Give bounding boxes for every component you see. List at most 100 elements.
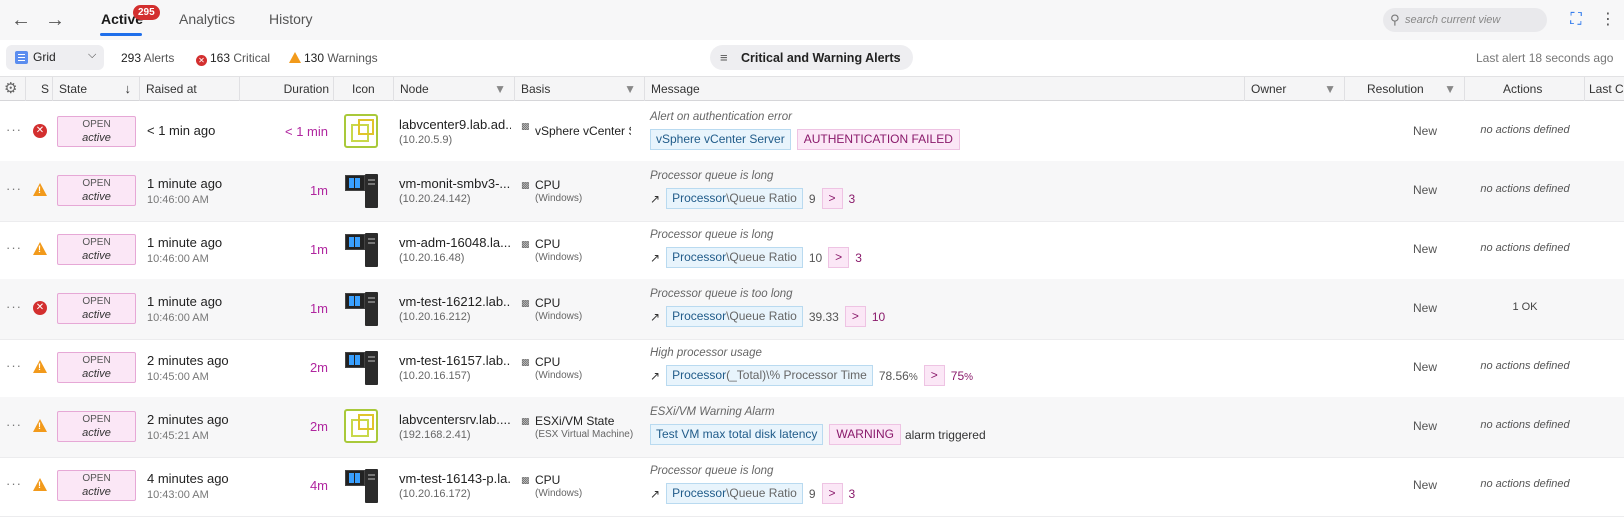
warnings-label: Warnings <box>327 51 378 65</box>
metric-chip[interactable]: Processor\Queue Ratio <box>666 188 803 209</box>
tab-history[interactable]: History <box>269 11 313 27</box>
column-header-last[interactable]: Last Ca <box>1585 77 1624 101</box>
basis-name[interactable]: ESXi/VM State <box>535 414 631 428</box>
basis-name[interactable]: vSphere vCenter S... <box>535 124 631 138</box>
basis-type: (Windows) <box>535 311 583 322</box>
column-header-raised-at[interactable]: Raised at <box>140 77 240 101</box>
state-open-text: OPEN <box>82 119 111 130</box>
node-name-link[interactable]: vm-adm-16048.la... <box>399 235 511 250</box>
raised-time: 10:46:00 AM <box>147 253 209 265</box>
column-header-node[interactable]: Node ▼ <box>394 77 515 101</box>
row-menu-icon[interactable]: ··· <box>6 358 22 373</box>
fullscreen-icon[interactable]: ⛶ <box>1566 10 1586 30</box>
forward-arrow-icon[interactable]: → <box>43 9 67 33</box>
active-tab-indicator <box>100 33 142 36</box>
row-menu-icon[interactable]: ··· <box>6 181 22 196</box>
table-row[interactable]: ··· OPEN active 4 minutes ago 10:43:00 A… <box>0 456 1624 517</box>
metric-chip[interactable]: Processor\Queue Ratio <box>666 483 803 504</box>
basis-type: (Windows) <box>535 252 583 263</box>
warning-icon <box>33 360 47 373</box>
column-header-severity[interactable]: S <box>26 77 53 101</box>
column-header-basis[interactable]: Basis ▼ <box>515 77 645 101</box>
column-header-message[interactable]: Message <box>645 77 1245 101</box>
filter-funnel-icon[interactable]: ▼ <box>624 77 636 101</box>
sort-down-icon[interactable]: ↓ <box>125 77 132 101</box>
duration-text: 1m <box>309 183 328 198</box>
state-badge: OPEN active <box>57 352 136 383</box>
table-row[interactable]: ··· ✕ OPEN active 1 minute ago 10:46:00 … <box>0 279 1624 340</box>
table-row[interactable]: ··· OPEN active 1 minute ago 10:46:00 AM… <box>0 161 1624 222</box>
node-name-link[interactable]: labvcenter9.lab.ad... <box>399 117 511 132</box>
critical-total[interactable]: ✕ 163 Critical <box>196 51 270 66</box>
warnings-total[interactable]: 130 Warnings <box>289 51 378 65</box>
state-active-text: active <box>82 309 111 321</box>
metric-value: 78.56% <box>879 369 918 383</box>
state-active-text: active <box>82 486 111 498</box>
metric-chip[interactable]: Processor\Queue Ratio <box>666 247 803 268</box>
filter-select[interactable]: ≡ Critical and Warning Alerts ⌵ <box>710 45 913 70</box>
row-menu-icon[interactable]: ··· <box>6 299 22 314</box>
table-row[interactable]: ··· ✕ OPEN active < 1 min ago < 1 min la… <box>0 102 1624 163</box>
basis-name[interactable]: CPU <box>535 473 631 487</box>
back-arrow-icon[interactable]: ← <box>9 9 33 33</box>
threshold-value: 75% <box>951 369 973 383</box>
metric-value: 10 <box>809 251 822 265</box>
filter-funnel-icon[interactable]: ▼ <box>1324 77 1336 101</box>
column-header-owner[interactable]: Owner ▼ <box>1245 77 1345 101</box>
message-details: ↗ Processor\Queue Ratio 9 >3 <box>650 188 855 210</box>
message-title: Processor queue is long <box>650 465 774 477</box>
state-badge: OPEN active <box>57 411 136 442</box>
duration-text: 1m <box>309 242 328 257</box>
object-chip[interactable]: Test VM max total disk latency <box>650 424 824 445</box>
state-open-text: OPEN <box>82 355 111 366</box>
metric-chip[interactable]: Processor(_Total)\% Processor Time <box>666 365 873 386</box>
basis-name[interactable]: CPU <box>535 296 631 310</box>
basis-icon: ▩ <box>521 180 530 190</box>
node-name-link[interactable]: vm-monit-smbv3-... <box>399 176 511 191</box>
table-row[interactable]: ··· OPEN active 1 minute ago 10:46:00 AM… <box>0 220 1624 281</box>
column-header-resolution[interactable]: Resolution ▼ <box>1345 77 1465 101</box>
column-header-state[interactable]: State ↓ <box>53 77 140 101</box>
column-header-icon[interactable]: Icon <box>334 77 394 101</box>
warning-icon <box>33 183 47 196</box>
metric-object: Processor <box>672 250 727 264</box>
basis-type: (ESX Virtual Machine) <box>535 429 634 440</box>
row-menu-icon[interactable]: ··· <box>6 240 22 255</box>
filter-funnel-icon[interactable]: ▼ <box>494 77 506 101</box>
tab-analytics[interactable]: Analytics <box>179 11 235 27</box>
node-name-link[interactable]: vm-test-16157.lab.... <box>399 353 511 368</box>
column-header-duration[interactable]: Duration <box>240 77 334 101</box>
windows-pc-icon <box>344 232 380 268</box>
metric-value-number: 9 <box>808 191 816 206</box>
table-row[interactable]: ··· OPEN active 2 minutes ago 10:45:21 A… <box>0 397 1624 458</box>
row-menu-icon[interactable]: ··· <box>6 122 22 137</box>
warnings-count: 130 <box>304 51 325 65</box>
object-chip[interactable]: vSphere vCenter Server <box>650 129 791 150</box>
windows-pc-icon <box>344 468 380 504</box>
basis-icon: ▩ <box>521 239 530 249</box>
basis-name[interactable]: CPU <box>535 355 631 369</box>
row-menu-icon[interactable]: ··· <box>6 417 22 432</box>
node-name-link[interactable]: labvcentersrv.lab.... <box>399 412 511 427</box>
alerts-label: Alerts <box>143 51 175 65</box>
threshold-unit: % <box>964 371 974 383</box>
metric-chip[interactable]: Processor\Queue Ratio <box>666 306 803 327</box>
node-name-link[interactable]: vm-test-16143-p.la... <box>399 471 511 486</box>
more-options-icon[interactable]: ⋮ <box>1600 10 1616 30</box>
filter-funnel-icon[interactable]: ▼ <box>1444 77 1456 101</box>
row-menu-icon[interactable]: ··· <box>6 476 22 491</box>
node-name-link[interactable]: vm-test-16212.lab.... <box>399 294 511 309</box>
column-header-owner-label: Owner <box>1251 82 1287 96</box>
search-input[interactable] <box>1405 11 1540 29</box>
table-row[interactable]: ··· OPEN active 2 minutes ago 10:45:00 A… <box>0 338 1624 399</box>
column-header-actions[interactable]: Actions <box>1465 77 1585 101</box>
basis-name[interactable]: CPU <box>535 237 631 251</box>
view-select[interactable]: Grid ⌵ <box>6 45 104 70</box>
node-address: (10.20.16.172) <box>399 488 471 500</box>
warning-icon <box>33 419 47 432</box>
column-settings[interactable]: ⚙ <box>0 77 26 101</box>
filter-list-icon: ≡ <box>720 50 728 65</box>
basis-name[interactable]: CPU <box>535 178 631 192</box>
node-icon <box>344 173 380 209</box>
raised-relative: 4 minutes ago <box>147 471 229 486</box>
